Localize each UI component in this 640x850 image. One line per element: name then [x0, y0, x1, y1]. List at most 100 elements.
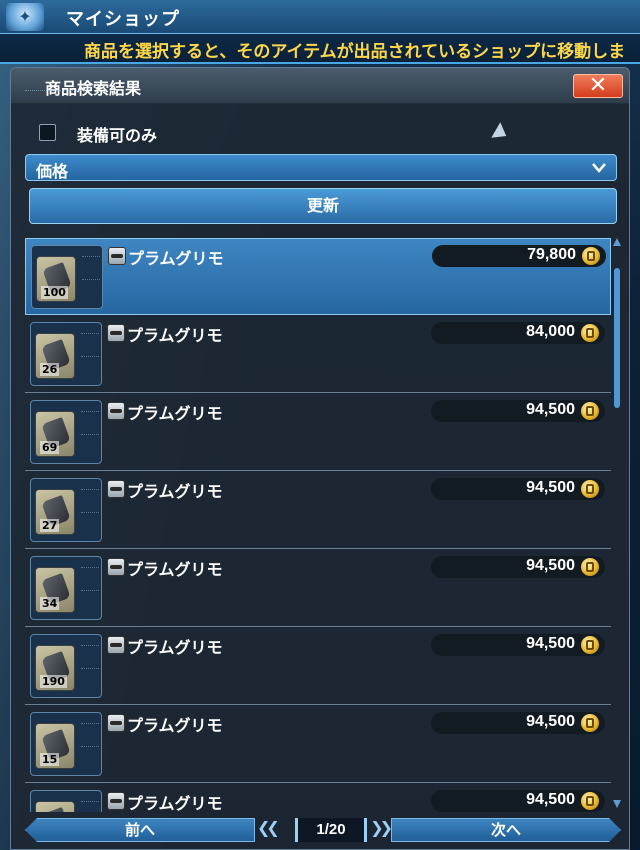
- page-indicator: ❮❮ 1/20 ❯❯: [243, 818, 403, 842]
- item-price: 94,500: [526, 401, 575, 418]
- double-chevron-right-icon[interactable]: ❯❯: [370, 818, 393, 837]
- top-header: ✦ マイショップ: [0, 0, 640, 34]
- result-row[interactable]: 100 プラムグリモ 79,800: [25, 238, 611, 315]
- meseta-icon: [581, 324, 599, 342]
- price-box: 84,000: [431, 322, 605, 344]
- title-decoration: [25, 90, 85, 93]
- item-icon-frame: 69: [30, 400, 102, 464]
- item-name: プラムグリモ: [128, 249, 224, 268]
- item-icon: 15: [35, 723, 75, 769]
- window-title: 商品検索結果: [45, 79, 142, 98]
- price-box: 94,500: [431, 712, 605, 734]
- item-icon-frame: 100: [31, 245, 103, 309]
- close-button[interactable]: ✕: [573, 74, 623, 98]
- price-box: 94,500: [431, 790, 605, 812]
- item-name: プラムグリモ: [127, 404, 223, 423]
- chevron-down-icon: [592, 163, 606, 173]
- item-quantity: 69: [40, 441, 60, 454]
- item-name: プラムグリモ: [127, 716, 223, 735]
- result-row[interactable]: 69 プラムグリモ 94,500: [25, 394, 611, 471]
- scroll-thumb[interactable]: [614, 268, 620, 408]
- equip-only-checkbox[interactable]: [39, 124, 56, 141]
- item-icon: 190: [35, 645, 75, 691]
- scroll-up-icon[interactable]: [613, 238, 621, 246]
- item-icon: 34: [35, 567, 75, 613]
- item-icon-frame: 34: [30, 556, 102, 620]
- scrollbar[interactable]: [613, 238, 621, 808]
- page-number: 1/20: [295, 818, 367, 842]
- meseta-icon: [581, 402, 599, 420]
- scroll-down-icon[interactable]: [613, 800, 621, 808]
- item-type-icon: [107, 324, 125, 342]
- item-icon-frame: 27: [30, 478, 102, 542]
- item-price: 94,500: [526, 635, 575, 652]
- item-icon: 27: [35, 489, 75, 535]
- meseta-icon: [581, 480, 599, 498]
- item-side-decoration: [81, 801, 99, 812]
- result-row[interactable]: プラムグリモ 94,500: [25, 784, 611, 812]
- item-side-decoration: [81, 723, 99, 747]
- item-quantity: 15: [40, 753, 60, 766]
- next-page-button[interactable]: 次へ: [391, 818, 621, 842]
- result-list: 100 プラムグリモ 79,800 26 プラムグリモ 84,000 69 プラムグリモ 94,…: [25, 238, 611, 812]
- item-price: 94,500: [526, 479, 575, 496]
- item-name: プラムグリモ: [127, 794, 223, 812]
- equip-only-label: 装備可のみ: [77, 126, 158, 145]
- item-type-icon: [107, 792, 125, 810]
- item-icon-frame: 190: [30, 634, 102, 698]
- item-icon: 26: [35, 333, 75, 379]
- pointer-cursor-icon: [491, 122, 511, 144]
- meseta-icon: [582, 247, 600, 265]
- item-type-icon: [107, 636, 125, 654]
- price-box: 79,800: [432, 245, 606, 267]
- item-price: 79,800: [527, 246, 576, 263]
- price-box: 94,500: [431, 634, 605, 656]
- item-price: 94,500: [526, 791, 575, 808]
- price-box: 94,500: [431, 400, 605, 422]
- price-box: 94,500: [431, 478, 605, 500]
- item-type-icon: [107, 480, 125, 498]
- meseta-icon: [581, 558, 599, 576]
- search-results-window: 商品検索結果 ✕ 装備可のみ 価格 更新 100 プラムグリモ 79,800 26 プラ…: [10, 67, 630, 850]
- item-quantity: 34: [40, 597, 60, 610]
- item-quantity: 27: [40, 519, 60, 532]
- item-type-icon: [107, 714, 125, 732]
- hint-text: 商品を選択すると、そのアイテムが出品されているショップに移動しま: [84, 42, 626, 62]
- item-price: 94,500: [526, 713, 575, 730]
- item-side-decoration: [81, 489, 99, 513]
- update-button[interactable]: 更新: [29, 188, 617, 224]
- item-quantity: 100: [41, 286, 68, 299]
- sort-value: 価格: [36, 162, 69, 181]
- meseta-icon: [581, 636, 599, 654]
- item-side-decoration: [81, 567, 99, 591]
- hint-decoration: [6, 38, 76, 58]
- double-chevron-left-icon[interactable]: ❮❮: [257, 818, 280, 837]
- result-row[interactable]: 15 プラムグリモ 94,500: [25, 706, 611, 783]
- result-row[interactable]: 27 プラムグリモ 94,500: [25, 472, 611, 549]
- emblem-icon: ✦: [6, 3, 44, 31]
- item-type-icon: [107, 402, 125, 420]
- item-icon: 100: [36, 256, 76, 302]
- window-titlebar: 商品検索結果 ✕: [11, 68, 629, 104]
- result-row[interactable]: 26 プラムグリモ 84,000: [25, 316, 611, 393]
- item-type-icon: [108, 247, 126, 265]
- price-box: 94,500: [431, 556, 605, 578]
- item-icon: 69: [35, 411, 75, 457]
- item-type-icon: [107, 558, 125, 576]
- weapon-icon: [41, 807, 71, 812]
- item-quantity: 26: [40, 363, 60, 376]
- prev-page-button[interactable]: 前へ: [25, 818, 255, 842]
- item-name: プラムグリモ: [127, 326, 223, 345]
- item-side-decoration: [82, 256, 100, 280]
- item-icon-frame: 15: [30, 712, 102, 776]
- item-name: プラムグリモ: [127, 482, 223, 501]
- pager: 前へ ❮❮ 1/20 ❯❯ 次へ: [25, 818, 621, 848]
- item-side-decoration: [81, 333, 99, 357]
- meseta-icon: [581, 792, 599, 810]
- sort-dropdown[interactable]: 価格: [25, 154, 617, 181]
- hint-bar: 商品を選択すると、そのアイテムが出品されているショップに移動しま: [0, 34, 640, 62]
- result-row[interactable]: 34 プラムグリモ 94,500: [25, 550, 611, 627]
- item-quantity: 190: [40, 675, 67, 688]
- meseta-icon: [581, 714, 599, 732]
- result-row[interactable]: 190 プラムグリモ 94,500: [25, 628, 611, 705]
